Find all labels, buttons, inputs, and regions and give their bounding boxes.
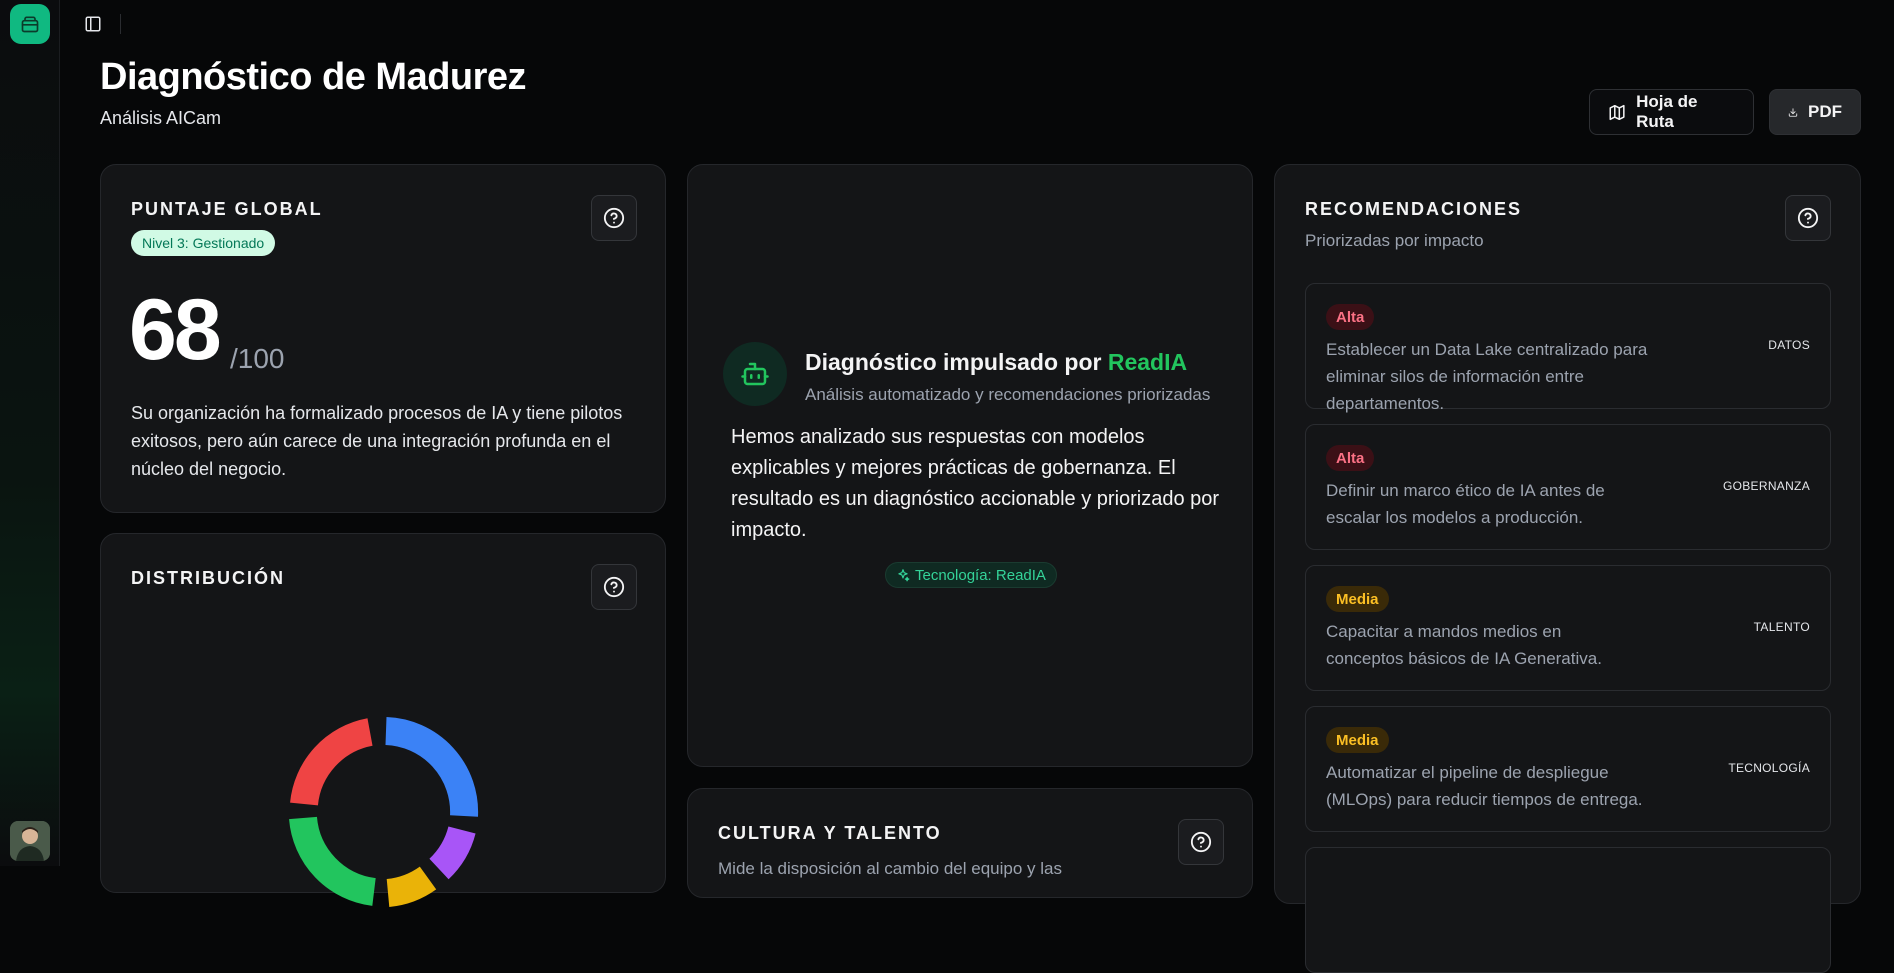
global-score-title: PUNTAJE GLOBAL [131, 199, 323, 219]
recommendation-item[interactable]: Media Capacitar a mandos medios en conce… [1305, 565, 1831, 691]
priority-badge: Media [1326, 727, 1389, 753]
maturity-level-badge: Nivel 3: Gestionado [131, 230, 276, 256]
page-title: Diagnóstico de Madurez [100, 56, 527, 98]
pdf-download-button[interactable]: PDF [1769, 89, 1861, 135]
help-circle-icon [603, 207, 625, 229]
app-logo-icon[interactable] [10, 4, 50, 44]
roadmap-button[interactable]: Hoja de Ruta [1589, 89, 1754, 135]
help-circle-icon [1190, 831, 1212, 853]
help-circle-icon [603, 576, 625, 598]
topbar-divider [120, 14, 121, 34]
distribution-card: DISTRIBUCIÓN [100, 533, 666, 907]
global-score-card: PUNTAJE GLOBAL Nivel 3: Gestionado 68 /1… [100, 164, 666, 513]
donut-segment-1 [385, 717, 479, 817]
recommendation-category: TECNOLOGÍA [1728, 761, 1810, 775]
ai-diagnostic-title: Diagnóstico impulsado por ReadIA [805, 349, 1187, 376]
technology-chip: Tecnología: ReadIA [885, 562, 1057, 588]
donut-segment-5 [290, 718, 374, 806]
page-subtitle: Análisis AICam [100, 108, 222, 128]
recommendation-text: Establecer un Data Lake centralizado par… [1326, 340, 1648, 413]
user-avatar[interactable] [10, 821, 50, 861]
recommendation-text: Automatizar el pipeline de despliegue (M… [1326, 763, 1643, 809]
culture-talent-description: Mide la disposición al cambio del equipo… [718, 859, 1062, 878]
sparkles-icon [898, 569, 910, 582]
donut-segment-3 [386, 866, 437, 907]
distribution-donut-chart [289, 717, 479, 907]
download-icon [1788, 107, 1798, 117]
recommendations-subtitle: Priorizadas por impacto [1305, 231, 1484, 250]
recommendation-item[interactable]: Alta Establecer un Data Lake centralizad… [1305, 283, 1831, 413]
recommendations-card: RECOMENDACIONES Priorizadas por impacto … [1274, 164, 1861, 973]
help-circle-icon [1797, 207, 1819, 229]
ai-diagnostic-body: Hemos analizado sus respuestas con model… [731, 426, 1220, 541]
recommendations-title: RECOMENDACIONES [1305, 199, 1523, 219]
app-sidebar-rail [0, 0, 60, 866]
roadmap-button-label: Hoja de Ruta [1636, 92, 1698, 131]
global-score-description: Su organización ha formalizado procesos … [131, 403, 623, 479]
priority-badge: Alta [1326, 445, 1375, 471]
sidebar-toggle-icon [85, 16, 101, 32]
ai-title-prefix: Diagnóstico impulsado por [805, 349, 1108, 375]
sidebar-toggle-button[interactable] [80, 12, 106, 36]
recommendation-category: TALENTO [1753, 620, 1810, 634]
recommendation-category: GOBERNANZA [1722, 479, 1810, 493]
recommendation-item[interactable]: Media Automatizar el pipeline de desplie… [1305, 706, 1831, 832]
pdf-button-label: PDF [1808, 102, 1842, 121]
global-score-max: /100 [230, 343, 285, 374]
global-score-help-button[interactable] [591, 195, 637, 241]
culture-help-button[interactable] [1178, 819, 1224, 865]
bot-icon [723, 342, 787, 406]
map-icon [1609, 104, 1625, 120]
priority-badge: Alta [1326, 304, 1375, 330]
donut-segment-2 [429, 826, 476, 880]
distribution-help-button[interactable] [591, 564, 637, 610]
distribution-title: DISTRIBUCIÓN [131, 568, 285, 588]
recommendations-help-button[interactable] [1785, 195, 1831, 241]
culture-talent-title: CULTURA Y TALENTO [718, 823, 942, 843]
recommendation-text: Definir un marco ético de IA antes de es… [1326, 481, 1605, 527]
priority-badge: Media [1326, 586, 1389, 612]
ai-diagnostic-subtitle: Análisis automatizado y recomendaciones … [805, 385, 1211, 404]
recommendation-text: Capacitar a mandos medios en conceptos b… [1326, 622, 1602, 668]
global-score-value: 68 [129, 282, 222, 378]
recommendation-category: DATOS [1768, 338, 1810, 352]
recommendation-item[interactable]: Alta Definir un marco ético de IA antes … [1305, 424, 1831, 550]
ai-diagnostic-card: Diagnóstico impulsado por ReadIA Análisi… [687, 164, 1253, 767]
culture-talent-card: CULTURA Y TALENTO Mide la disposición al… [687, 788, 1253, 898]
ai-brand-name: ReadIA [1107, 349, 1188, 375]
donut-segment-4 [289, 816, 377, 906]
technology-chip-label: Tecnología: ReadIA [915, 566, 1046, 584]
